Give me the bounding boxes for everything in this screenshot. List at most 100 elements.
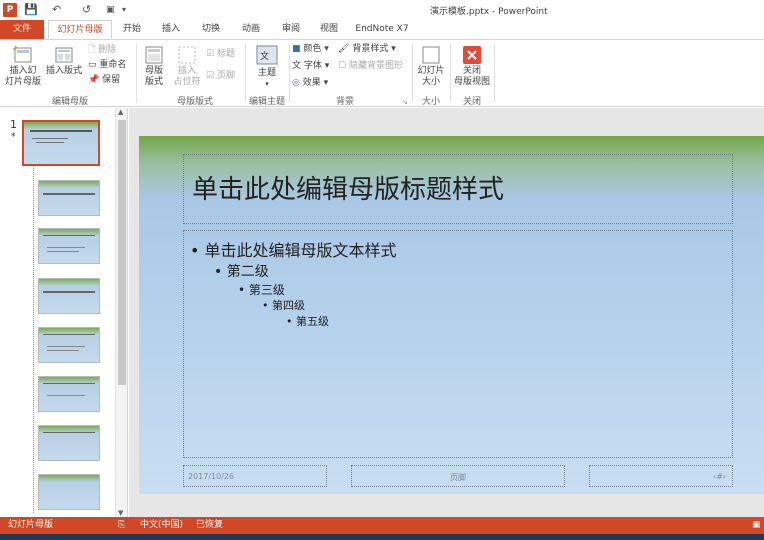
customize-qat-icon[interactable]: ▾ — [122, 2, 126, 18]
save-icon[interactable]: 💾 — [24, 2, 38, 18]
layout-thumbnail[interactable] — [38, 278, 100, 314]
fonts-dropdown[interactable]: 文 字体 ▾ — [292, 60, 329, 72]
effects-dropdown[interactable]: ◎ 效果 ▾ — [292, 77, 328, 89]
delete-label: 删除 — [98, 45, 117, 55]
level-4-text: 第四级 — [272, 299, 305, 312]
group-label-close: 关闭 — [462, 97, 481, 107]
hide-background-checkbox[interactable]: ☐ 隐藏背景图形 — [338, 60, 403, 72]
layout-thumbnail[interactable] — [38, 425, 100, 461]
status-bar: 幻灯片母版 ⎘ 中文(中国) 已恢复 ▣ — [0, 517, 764, 534]
title-placeholder[interactable]: 单击此处编辑母版标题样式 — [183, 154, 733, 224]
master-layout-icon — [145, 46, 163, 64]
footer-checkbox-label: 页脚 — [216, 71, 235, 81]
close-icon — [463, 46, 481, 64]
bullet-level-5[interactable]: • 第五级 — [286, 313, 329, 329]
thumb-title-line — [43, 235, 95, 236]
group-label-edit-master: 编辑母版 — [51, 97, 88, 107]
thumb-title-line — [43, 193, 95, 195]
tab-view[interactable]: 视图 — [312, 20, 346, 39]
colors-dropdown[interactable]: ■ 颜色 ▾ — [292, 43, 329, 55]
bullet-level-3[interactable]: • 第三级 — [238, 281, 285, 298]
slide-size-button[interactable]: 幻灯片 大小 — [414, 44, 448, 88]
hide-background-label: 隐藏背景图形 — [348, 61, 403, 71]
thumb-text-line — [47, 251, 79, 252]
master-thumbnail[interactable] — [22, 120, 100, 166]
footer-checkbox[interactable]: ☑ 页脚 — [206, 70, 235, 82]
thumb-text-line — [47, 395, 85, 396]
tab-slide-master[interactable]: 幻灯片母版 — [48, 20, 112, 40]
tab-transitions[interactable]: 切换 — [194, 20, 228, 39]
group-separator — [136, 44, 137, 102]
rename-button[interactable]: ▭ 重命名 — [88, 59, 126, 71]
status-view-name: 幻灯片母版 — [8, 520, 54, 530]
date-placeholder[interactable]: 2017/10/26 — [183, 465, 327, 487]
layout-thumbnail[interactable] — [38, 180, 100, 216]
level-1-text: 单击此处编辑母版文本样式 — [204, 241, 397, 260]
svg-text:文: 文 — [260, 50, 269, 62]
title-bar: P 💾 ↶ ↺ ▣ ▾ 演示模板.pptx - PowerPoint — [0, 0, 764, 20]
preserve-label: 保留 — [102, 75, 121, 85]
colors-icon: ■ — [292, 44, 301, 54]
insert-placeholder-button[interactable]: 插入 占位符 — [170, 44, 204, 88]
placeholder-icon — [178, 46, 196, 64]
thumb-text-line — [47, 350, 79, 351]
tab-endnote[interactable]: EndNote X7 — [352, 20, 412, 39]
status-language[interactable]: 中文(中国) — [140, 517, 183, 534]
colors-label: 颜色 — [303, 44, 322, 54]
dialog-launcher-icon[interactable]: ↘ — [402, 96, 408, 108]
insert-slide-master-button[interactable]: 插入幻 灯片母版 — [4, 44, 42, 88]
present-icon[interactable]: ▣ — [106, 2, 115, 18]
tab-review[interactable]: 审阅 — [274, 20, 308, 39]
redo-icon[interactable]: ↺ — [82, 2, 91, 18]
tab-home[interactable]: 开始 — [116, 20, 148, 39]
window-title: 演示模板.pptx - PowerPoint — [430, 7, 548, 17]
background-styles-icon: 🖌 — [338, 44, 350, 54]
bullet-level-4[interactable]: • 第四级 — [262, 297, 305, 313]
rename-label: 重命名 — [99, 60, 127, 70]
normal-view-icon[interactable]: ▣ — [752, 517, 761, 534]
bullet-level-1[interactable]: • 单击此处编辑母版文本样式 — [190, 237, 397, 261]
master-title-text[interactable]: 单击此处编辑母版标题样式 — [192, 169, 504, 206]
spelling-icon[interactable]: ⎘ — [118, 517, 125, 534]
group-separator — [494, 44, 495, 102]
close-master-view-button[interactable]: 关闭 母版视图 — [452, 44, 492, 88]
slide-size-label: 幻灯片 大小 — [417, 66, 445, 87]
body-placeholder[interactable]: • 单击此处编辑母版文本样式 • 第二级 • 第三级 • 第四级 • 第五级 — [183, 230, 733, 458]
master-layout-button[interactable]: 母版 版式 — [140, 44, 168, 88]
theme-button[interactable]: 文 主题 ▾ — [250, 44, 284, 90]
delete-button[interactable]: 🗋 删除 — [88, 44, 116, 56]
layout-connector — [33, 158, 34, 513]
thumbnail-scrollbar[interactable]: ▲ ▼ — [115, 108, 127, 517]
group-separator — [289, 44, 290, 102]
tab-file[interactable]: 文件 — [0, 20, 44, 39]
footer-placeholder[interactable]: 页脚 — [351, 465, 565, 487]
date-text: 2017/10/26 — [188, 472, 235, 481]
slide-number-placeholder[interactable]: ‹#› — [589, 465, 733, 487]
slide-size-icon — [422, 46, 440, 64]
thumb-title-line — [43, 383, 95, 384]
tab-animations[interactable]: 动画 — [234, 20, 268, 39]
master-layout-label: 母版 版式 — [144, 66, 163, 87]
tab-insert[interactable]: 插入 — [154, 20, 188, 39]
thumb-text-line — [36, 142, 64, 143]
footer-text: 页脚 — [450, 473, 466, 482]
os-taskbar — [0, 534, 764, 540]
layout-thumbnail[interactable] — [38, 327, 100, 363]
group-label-edit-theme: 编辑主题 — [248, 97, 285, 107]
pin-icon: 📌 — [88, 75, 100, 85]
preserve-button[interactable]: 📌 保留 — [88, 74, 120, 86]
scroll-up-icon[interactable]: ▲ — [118, 108, 123, 116]
title-checkbox[interactable]: ☑ 标题 — [206, 48, 235, 60]
group-separator — [412, 44, 413, 102]
scrollbar-thumb[interactable] — [118, 120, 126, 385]
layout-thumbnail[interactable] — [38, 228, 100, 264]
scroll-down-icon[interactable]: ▼ — [118, 509, 123, 517]
layout-thumbnail[interactable] — [38, 376, 100, 412]
background-styles-dropdown[interactable]: 🖌 背景样式 ▾ — [338, 43, 396, 55]
checkbox-checked-icon: ☑ — [206, 71, 215, 81]
insert-layout-icon — [55, 47, 73, 63]
insert-layout-button[interactable]: 插入版式 — [44, 44, 84, 77]
bullet-level-2[interactable]: • 第二级 — [214, 261, 269, 281]
undo-icon[interactable]: ↶ — [52, 2, 61, 18]
layout-thumbnail[interactable] — [38, 474, 100, 510]
